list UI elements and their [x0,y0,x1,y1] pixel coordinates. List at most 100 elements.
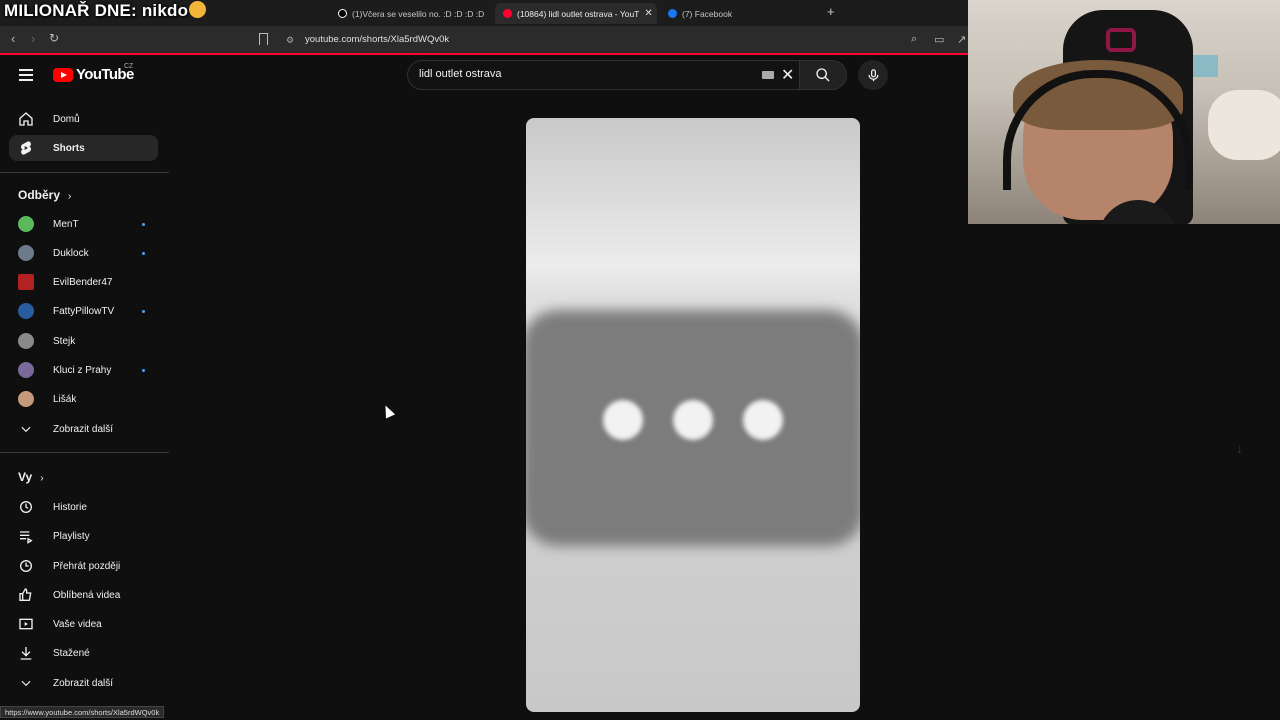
sidebar-item-downloads[interactable]: Stažené [9,640,158,666]
sidebar-item-label: Oblíbená videa [53,589,121,601]
sidebar-item-label: Stažené [53,647,90,659]
channel-name: MenT [53,218,79,230]
avatar [18,245,34,261]
sidebar-item-liked-videos[interactable]: Oblíbená videa [9,582,158,608]
emoji-icon [189,1,207,18]
browser-tab-tiktok[interactable]: (1)Včera se veselilo no. :D :D :D :D [330,3,490,24]
sidebar-item-label: Historie [53,501,87,513]
tab-label: (7) Facebook [682,8,733,19]
bookmark-icon[interactable] [259,33,268,45]
sidebar-item-history[interactable]: Historie [9,494,158,520]
sidebar-item-label: Domů [53,113,80,125]
show-more-label: Zobrazit další [53,423,114,435]
youtube-favicon-icon [503,9,512,18]
like-icon [18,587,34,603]
sidebar-item-subscription[interactable]: Lišák [9,386,158,412]
sidebar-item-shorts[interactable]: Shorts [9,135,158,161]
shorts-icon [18,140,34,156]
youtube-play-icon [53,67,73,82]
sidebar-item-subscription[interactable]: Duklock [9,240,158,266]
channel-name: Stejk [53,335,76,347]
chevron-down-icon [18,421,34,437]
history-icon [18,499,34,515]
new-content-dot [142,251,145,255]
channel-name: Lišák [53,393,77,405]
show-more-label: Zobrazit další [53,677,114,689]
shorts-video-player[interactable] [526,118,860,712]
sidebar-item-home[interactable]: Domů [9,106,158,132]
sidebar-item-subscription[interactable]: EvilBender47 [9,269,158,295]
sidebar-item-subscription[interactable]: MenT [9,211,158,237]
address-bar [0,26,968,54]
overlay-title-text: MILIONAŘ DNE: nikdo [4,1,189,20]
channel-name: Kluci z Prahy [53,364,112,376]
home-icon [18,111,34,127]
webcam-background-pillow [1208,90,1280,160]
sidebar-divider [0,172,169,173]
keyboard-icon[interactable] [762,71,774,79]
download-icon [18,645,34,661]
next-short-arrow-icon[interactable]: ↓ [1236,440,1243,456]
link-status-bar: https://www.youtube.com/shorts/Xla5rdWQv… [0,706,165,718]
back-icon[interactable]: ‹ [11,31,15,46]
sidebar-item-subscription[interactable]: Kluci z Prahy [9,357,158,383]
webcam-overlay [968,0,1280,224]
new-content-dot [142,368,145,372]
youtube-logo[interactable]: YouTube [53,66,134,83]
loading-dot [603,400,643,440]
zoom-icon[interactable]: ⌕ [911,33,917,46]
sidebar-item-your-videos[interactable]: Vaše videa [9,611,158,637]
reload-icon[interactable]: ↻ [49,31,59,45]
voice-search-button[interactable] [858,60,888,90]
screenshot-icon[interactable]: ▭ [934,33,944,46]
new-tab-button[interactable]: + [827,4,835,19]
new-content-dot [142,222,145,226]
channel-avatar [18,245,34,261]
loading-dot [673,400,713,440]
chevron-right-icon: › [68,191,72,202]
sidebar-item-subscription[interactable]: FattyPillowTV [9,298,158,324]
sidebar-item-label: Vaše videa [53,618,102,630]
show-more-you[interactable]: Zobrazit další [9,670,158,696]
forward-icon[interactable]: › [31,31,35,46]
mic-icon [868,68,878,81]
clear-search-icon[interactable]: ✕ [781,65,794,85]
tab-label: (1)Včera se veselilo no. :D :D :D :D [352,8,485,19]
close-tab-icon[interactable]: ✕ [644,8,652,19]
facebook-icon [668,9,677,18]
browser-tab-facebook[interactable]: (7) Facebook [660,3,810,24]
search-button[interactable] [799,60,847,90]
channel-avatar [18,274,34,290]
channel-name: EvilBender47 [53,276,113,288]
site-info-icon[interactable]: ⚙ [286,35,294,46]
you-heading[interactable]: Vy › [18,470,44,484]
channel-avatar [18,303,34,319]
avatar [18,391,34,407]
avatar [18,216,34,232]
share-icon[interactable]: ↗ [957,33,966,46]
browser-tab-youtube[interactable]: (10864) lidl outlet ostrava - YouT ✕ [495,3,657,24]
menu-icon[interactable] [19,69,33,84]
subscriptions-heading[interactable]: Odběry › [18,188,71,202]
url-field[interactable]: youtube.com/shorts/Xla5rdWQv0k [305,34,449,45]
show-more-subscriptions[interactable]: Zobrazit další [9,416,158,442]
sidebar-item-subscription[interactable]: Stejk [9,328,158,354]
subscriptions-title: Odběry [18,188,61,202]
avatar [18,362,34,378]
avatar [18,333,34,349]
sidebar-item-watch-later[interactable]: Přehrát později [9,553,158,579]
watch-later-icon [18,558,34,574]
search-icon [816,68,830,82]
loading-dots [526,400,860,440]
country-code: CZ [124,63,134,70]
channel-avatar [18,333,34,349]
playlist-icon [18,528,34,544]
search-input[interactable]: lidl outlet ostrava [419,68,502,80]
sidebar-item-label: Shorts [53,142,85,154]
avatar [18,274,34,290]
sidebar-divider [0,452,169,453]
sidebar-item-playlists[interactable]: Playlisty [9,523,158,549]
sidebar-item-label: Přehrát později [53,560,121,572]
your-videos-icon [18,616,34,632]
channel-avatar [18,362,34,378]
